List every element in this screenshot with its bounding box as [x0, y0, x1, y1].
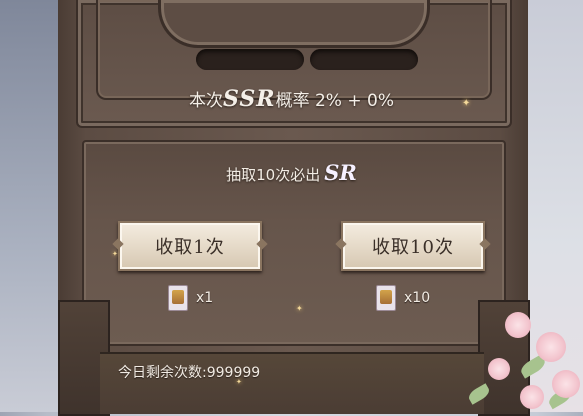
- draw-ten-button[interactable]: 收取10次: [341, 221, 485, 271]
- draw-ticket-icon: [376, 285, 396, 311]
- right-slot-decoration: [310, 49, 418, 70]
- cherry-blossom-decoration: [488, 358, 510, 380]
- remaining-label: 今日剩余次数:: [118, 365, 207, 381]
- cherry-blossom-decoration: [536, 332, 566, 362]
- sparkle-icon: ✦: [236, 378, 242, 386]
- rate-label: 概率: [275, 91, 310, 111]
- draw-ten-cost: x10: [376, 285, 430, 311]
- guarantee-text: 抽取10次必出: [226, 166, 321, 184]
- rate-value: 2% + 0%: [314, 91, 394, 111]
- draw-one-button[interactable]: 收取1次: [118, 221, 262, 271]
- cherry-blossom-decoration: [552, 370, 580, 398]
- remaining-value: 999999: [206, 365, 261, 381]
- cabinet-arch-decoration: [158, 0, 430, 48]
- draw-ticket-icon: [168, 285, 188, 311]
- cherry-blossom-decoration: [505, 312, 531, 338]
- ssr-rate-line: 本次SSR概率 2% + 0%: [0, 86, 583, 112]
- sparkle-icon: ✦: [296, 304, 303, 313]
- draw-one-cost-value: x1: [196, 290, 214, 306]
- ssr-tier-label: SSR: [223, 86, 276, 112]
- draw-one-cost: x1: [168, 285, 213, 311]
- guarantee-line: 抽取10次必出 SR: [0, 160, 583, 185]
- background-left: [0, 0, 60, 412]
- draw-ten-cost-value: x10: [404, 290, 431, 306]
- rate-prefix: 本次: [189, 91, 223, 111]
- sr-tier-label: SR: [324, 160, 357, 185]
- cherry-blossom-decoration: [520, 385, 544, 409]
- left-slot-decoration: [196, 49, 304, 70]
- sparkle-icon: ✦: [462, 98, 471, 109]
- sparkle-icon: ✦: [112, 250, 118, 258]
